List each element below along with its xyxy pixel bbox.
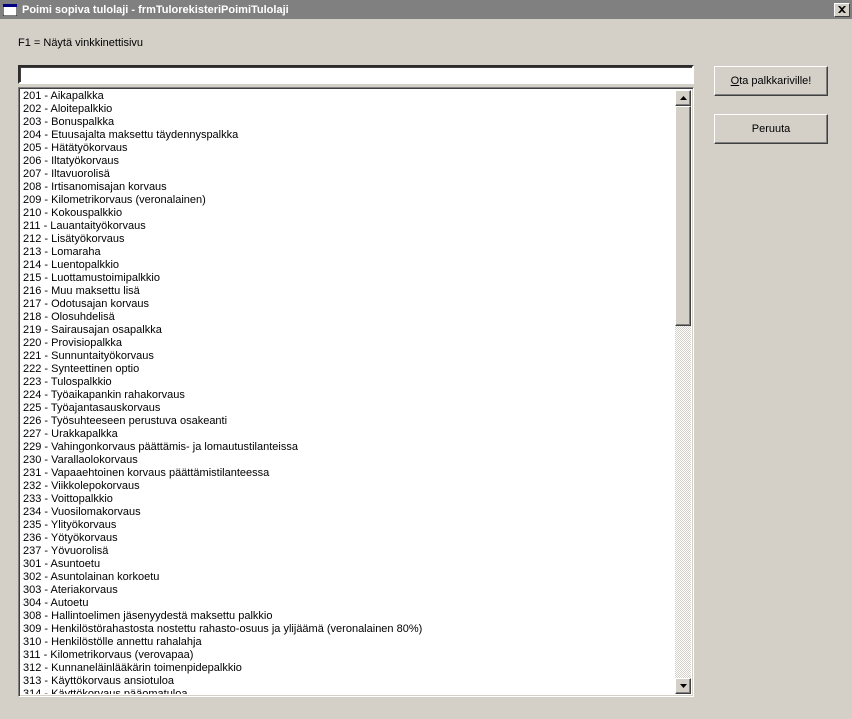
scrollbar[interactable] xyxy=(675,90,691,694)
list-item[interactable]: 301 - Asuntoetu xyxy=(21,558,675,571)
scroll-track[interactable] xyxy=(675,106,691,678)
list-item[interactable]: 212 - Lisätyökorvaus xyxy=(21,233,675,246)
list-item[interactable]: 237 - Yövuorolisä xyxy=(21,545,675,558)
list-item[interactable]: 225 - Työajantasauskorvaus xyxy=(21,402,675,415)
list-item[interactable]: 232 - Viikkolepokorvaus xyxy=(21,480,675,493)
list-item[interactable]: 226 - Työsuhteeseen perustuva osakeanti xyxy=(21,415,675,428)
list-item[interactable]: 204 - Etuusajalta maksettu täydennyspalk… xyxy=(21,129,675,142)
cancel-button[interactable]: Peruuta xyxy=(714,114,828,144)
list-item[interactable]: 308 - Hallintoelimen jäsenyydestä makset… xyxy=(21,610,675,623)
app-icon xyxy=(2,3,18,17)
list-item[interactable]: 211 - Lauantaityökorvaus xyxy=(21,220,675,233)
filter-input[interactable] xyxy=(18,65,694,84)
list-item[interactable]: 210 - Kokouspalkkio xyxy=(21,207,675,220)
hint-label: F1 = Näytä vinkkinettisivu xyxy=(18,37,834,49)
list-item[interactable]: 202 - Aloitepalkkio xyxy=(21,103,675,116)
list-item[interactable]: 214 - Luentopalkkio xyxy=(21,259,675,272)
list-item[interactable]: 216 - Muu maksettu lisä xyxy=(21,285,675,298)
list-item[interactable]: 227 - Urakkapalkka xyxy=(21,428,675,441)
close-button[interactable] xyxy=(834,3,850,17)
list-item[interactable]: 311 - Kilometrikorvaus (verovapaa) xyxy=(21,649,675,662)
list-item[interactable]: 217 - Odotusajan korvaus xyxy=(21,298,675,311)
list-item[interactable]: 236 - Yötyökorvaus xyxy=(21,532,675,545)
list-item[interactable]: 203 - Bonuspalkka xyxy=(21,116,675,129)
list-item[interactable]: 201 - Aikapalkka xyxy=(21,90,675,103)
list-item[interactable]: 312 - Kunnaneläinlääkärin toimenpidepalk… xyxy=(21,662,675,675)
list-item[interactable]: 208 - Irtisanomisajan korvaus xyxy=(21,181,675,194)
list-item[interactable]: 235 - Ylityökorvaus xyxy=(21,519,675,532)
list-item[interactable]: 222 - Synteettinen optio xyxy=(21,363,675,376)
list-item[interactable]: 230 - Varallaolokorvaus xyxy=(21,454,675,467)
list-item[interactable]: 302 - Asuntolainan korkoetu xyxy=(21,571,675,584)
list-item[interactable]: 223 - Tulospalkkio xyxy=(21,376,675,389)
list-item[interactable]: 313 - Käyttökorvaus ansiotuloa xyxy=(21,675,675,688)
list-item[interactable]: 220 - Provisiopalkka xyxy=(21,337,675,350)
list-item[interactable]: 314 - Käyttökorvaus pääomatuloa xyxy=(21,688,675,694)
list-item[interactable]: 224 - Työaikapankin rahakorvaus xyxy=(21,389,675,402)
list-item[interactable]: 221 - Sunnuntaityökorvaus xyxy=(21,350,675,363)
list-item[interactable]: 304 - Autoetu xyxy=(21,597,675,610)
list-item[interactable]: 218 - Olosuhdelisä xyxy=(21,311,675,324)
list-item[interactable]: 233 - Voittopalkkio xyxy=(21,493,675,506)
list-item[interactable]: 231 - Vapaaehtoinen korvaus päättämistil… xyxy=(21,467,675,480)
titlebar: Poimi sopiva tulolaji - frmTulorekisteri… xyxy=(0,0,852,19)
scroll-thumb[interactable] xyxy=(675,106,691,326)
scroll-down-button[interactable] xyxy=(675,678,691,694)
income-type-listbox[interactable]: 201 - Aikapalkka202 - Aloitepalkkio203 -… xyxy=(18,87,694,697)
list-item[interactable]: 303 - Ateriakorvaus xyxy=(21,584,675,597)
list-item[interactable]: 207 - Iltavuorolisä xyxy=(21,168,675,181)
list-item[interactable]: 213 - Lomaraha xyxy=(21,246,675,259)
scroll-up-button[interactable] xyxy=(675,90,691,106)
list-item[interactable]: 309 - Henkilöstörahastosta nostettu raha… xyxy=(21,623,675,636)
list-item[interactable]: 205 - Hätätyökorvaus xyxy=(21,142,675,155)
list-item[interactable]: 209 - Kilometrikorvaus (veronalainen) xyxy=(21,194,675,207)
list-item[interactable]: 234 - Vuosilomakorvaus xyxy=(21,506,675,519)
window-title: Poimi sopiva tulolaji - frmTulorekisteri… xyxy=(22,4,834,16)
list-item[interactable]: 229 - Vahingonkorvaus päättämis- ja loma… xyxy=(21,441,675,454)
list-item[interactable]: 206 - Iltatyökorvaus xyxy=(21,155,675,168)
list-item[interactable]: 310 - Henkilöstölle annettu rahalahja xyxy=(21,636,675,649)
ok-button[interactable]: Ota palkkariville! xyxy=(714,66,828,96)
list-item[interactable]: 219 - Sairausajan osapalkka xyxy=(21,324,675,337)
list-item[interactable]: 215 - Luottamustoimipalkkio xyxy=(21,272,675,285)
window-body: F1 = Näytä vinkkinettisivu 201 - Aikapal… xyxy=(0,19,852,719)
